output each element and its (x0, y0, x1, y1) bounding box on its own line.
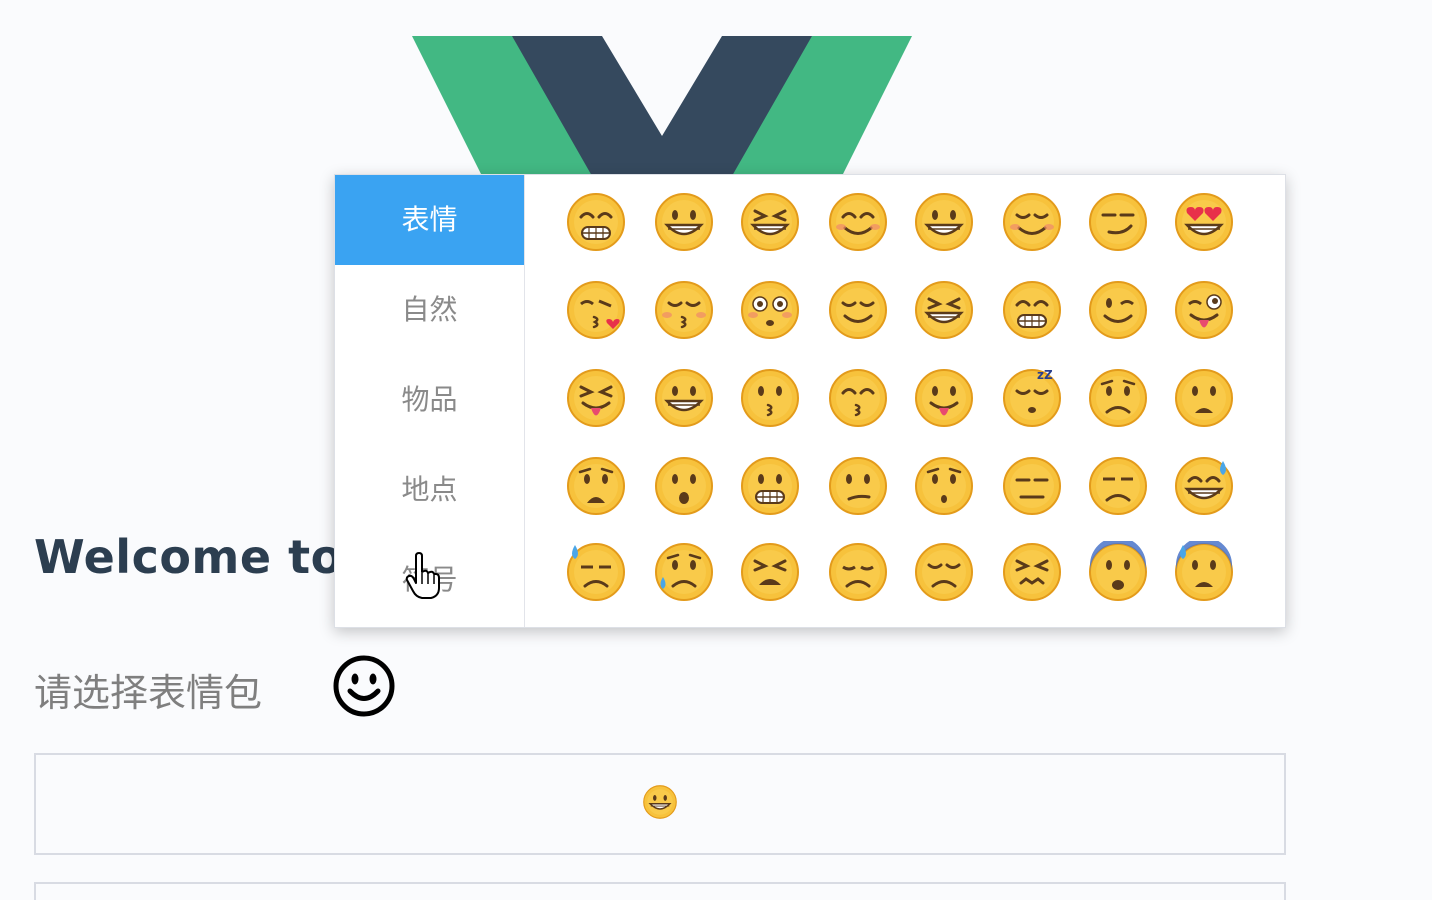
svg-text:zZ: zZ (1037, 368, 1053, 382)
emoji-grin-icon[interactable] (653, 191, 715, 253)
emoji-smirk-icon[interactable] (1087, 191, 1149, 253)
emoji-laugh-squint-icon[interactable] (739, 191, 801, 253)
welcome-heading: Welcome to (34, 530, 343, 584)
emoji-grid: zZ (525, 175, 1285, 627)
selected-emoji-grin-icon (642, 784, 678, 824)
emoji-sleeping-icon[interactable]: zZ (1001, 367, 1063, 429)
emoji-smiley-icon[interactable] (913, 191, 975, 253)
emoji-hushed-icon[interactable] (913, 455, 975, 517)
tab-expressions[interactable]: 表情 (335, 175, 524, 265)
emoji-heart-eyes-icon[interactable] (1173, 191, 1235, 253)
emoji-kiss-heart-icon[interactable] (565, 279, 627, 341)
emoji-unamused-icon[interactable] (1087, 455, 1149, 517)
tab-nature[interactable]: 自然 (335, 265, 524, 355)
tab-symbols[interactable]: 符号 (335, 535, 524, 625)
picker-label: 请选择表情包 (34, 671, 263, 715)
emoji-relieved-icon[interactable] (827, 279, 889, 341)
emoji-pensive-icon[interactable] (827, 541, 889, 603)
vue-logo (412, 36, 912, 176)
emoji-cold-sweat-icon[interactable] (1173, 541, 1235, 603)
emoji-disappointed-relieved-icon[interactable] (653, 541, 715, 603)
tab-places[interactable]: 地点 (335, 445, 524, 535)
tab-objects[interactable]: 物品 (335, 355, 524, 445)
emoji-blush-smile-icon[interactable] (827, 191, 889, 253)
emoji-confused-icon[interactable] (827, 455, 889, 517)
emoji-grin-2-icon[interactable] (653, 367, 715, 429)
emoji-anguished-icon[interactable] (565, 455, 627, 517)
emoji-confounded-icon[interactable] (1001, 541, 1063, 603)
emoji-tongue-squint-icon[interactable] (565, 367, 627, 429)
emoji-kiss-closed-eyes-icon[interactable] (653, 279, 715, 341)
emoji-sweat-smile-icon[interactable] (1173, 455, 1235, 517)
emoji-downcast-sweat-icon[interactable] (565, 541, 627, 603)
emoji-frowning-open-icon[interactable] (1173, 367, 1235, 429)
emoji-expressionless-icon[interactable] (1001, 455, 1063, 517)
text-input-box[interactable] (34, 882, 1286, 900)
app-page: Welcome to 请选择表情包 表情 自然 物品 地点 符号 zZ (0, 0, 1432, 900)
emoji-output-box[interactable] (34, 753, 1286, 855)
emoji-disappointed-icon[interactable] (913, 541, 975, 603)
emoji-kissing-icon[interactable] (739, 367, 801, 429)
smile-outline-icon[interactable] (332, 654, 396, 718)
emoji-laugh-squint-2-icon[interactable] (913, 279, 975, 341)
emoji-grimace-mustache-icon[interactable] (565, 191, 627, 253)
emoji-relaxed-icon[interactable] (1001, 191, 1063, 253)
emoji-tongue-wink-icon[interactable] (1173, 279, 1235, 341)
emoji-weary-icon[interactable] (739, 541, 801, 603)
emoji-kissing-smile-icon[interactable] (827, 367, 889, 429)
emoji-picker: 表情 自然 物品 地点 符号 zZ (334, 174, 1286, 628)
emoji-grimace-icon[interactable] (1001, 279, 1063, 341)
emoji-tongue-icon[interactable] (913, 367, 975, 429)
emoji-flushed-icon[interactable] (739, 279, 801, 341)
emoji-worried-icon[interactable] (1087, 367, 1149, 429)
category-tabs: 表情 自然 物品 地点 符号 (335, 175, 525, 627)
emoji-grimacing-teeth-icon[interactable] (739, 455, 801, 517)
emoji-open-mouth-icon[interactable] (653, 455, 715, 517)
emoji-wink-icon[interactable] (1087, 279, 1149, 341)
emoji-fearful-icon[interactable] (1087, 541, 1149, 603)
